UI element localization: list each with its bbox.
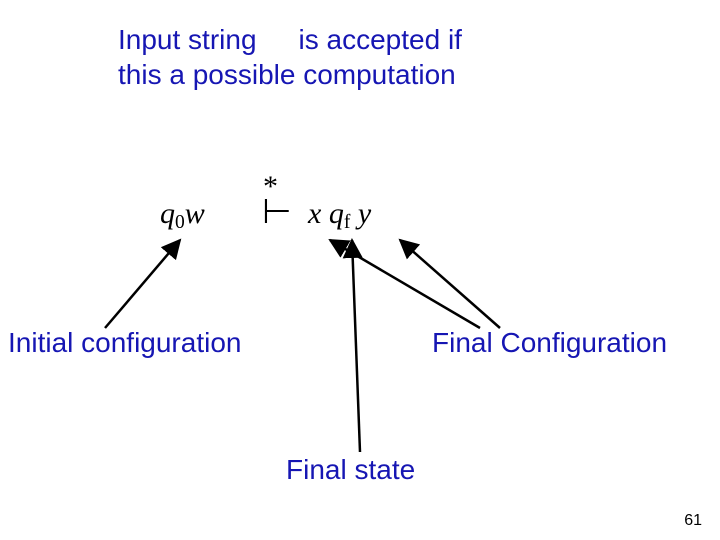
arrow-final-state xyxy=(352,240,360,452)
formula-q0-sub: 0 xyxy=(175,212,185,233)
formula-q0-q: q xyxy=(160,197,175,230)
formula-x: x xyxy=(308,197,321,230)
heading: Input string is accepted if this a possib… xyxy=(118,22,618,92)
heading-part1: Input string xyxy=(118,24,257,55)
formula-left: q0w xyxy=(160,197,205,234)
formula-right: x qf y xyxy=(308,197,371,234)
label-final-configuration: Final Configuration xyxy=(432,327,667,359)
label-final-state: Final state xyxy=(286,454,415,486)
page-number: 61 xyxy=(684,512,702,530)
slide: Input string is accepted if this a possib… xyxy=(0,0,720,540)
formula-qf-q: q xyxy=(329,197,344,230)
formula-relation-symbol: ⊢ xyxy=(262,192,292,232)
label-initial-configuration: Initial configuration xyxy=(8,327,241,359)
heading-line2: this a possible computation xyxy=(118,59,456,90)
arrow-final-right xyxy=(400,240,500,328)
formula-qf-sub: f xyxy=(344,212,351,233)
arrow-initial xyxy=(105,240,180,328)
arrow-final-left xyxy=(330,240,480,328)
formula-w: w xyxy=(185,197,205,230)
heading-part2: is accepted if xyxy=(299,24,462,55)
formula-y: y xyxy=(358,197,371,230)
